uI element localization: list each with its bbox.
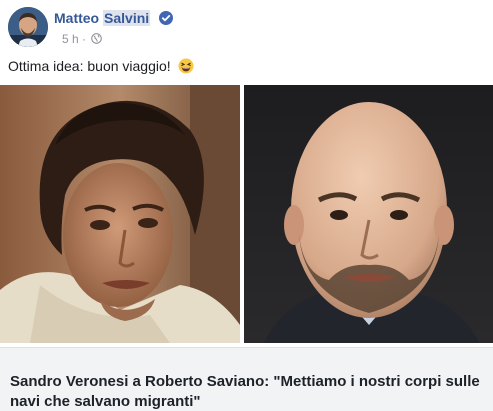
link-preview-title[interactable]: Sandro Veronesi a Roberto Saviano: "Mett… <box>10 372 485 411</box>
grinning-squinting-face-emoji-icon <box>178 58 194 74</box>
post-header: Matteo Salvini 5 h · <box>8 7 478 49</box>
link-preview[interactable]: Sandro Veronesi a Roberto Saviano: "Mett… <box>0 347 493 411</box>
author-name[interactable]: Matteo Salvini <box>54 9 174 27</box>
meta-separator: · <box>82 31 87 46</box>
post-timestamp[interactable]: 5 h <box>62 32 79 46</box>
globe-icon[interactable] <box>91 33 103 45</box>
post-message: Ottima idea: buon viaggio! <box>8 57 194 75</box>
shared-link-images[interactable] <box>0 85 493 343</box>
post-message-text: Ottima idea: buon viaggio! <box>8 58 171 74</box>
author-first-name[interactable]: Matteo <box>54 10 99 26</box>
post-meta: 5 h · <box>62 31 103 46</box>
facebook-post: Matteo Salvini 5 h · Ottima idea: buon v… <box>0 0 493 411</box>
portrait-photo-right[interactable] <box>244 85 493 343</box>
verified-badge-icon <box>159 11 174 25</box>
portrait-photo-left[interactable] <box>0 85 240 343</box>
author-last-name[interactable]: Salvini <box>103 10 151 26</box>
author-avatar[interactable] <box>8 7 48 47</box>
